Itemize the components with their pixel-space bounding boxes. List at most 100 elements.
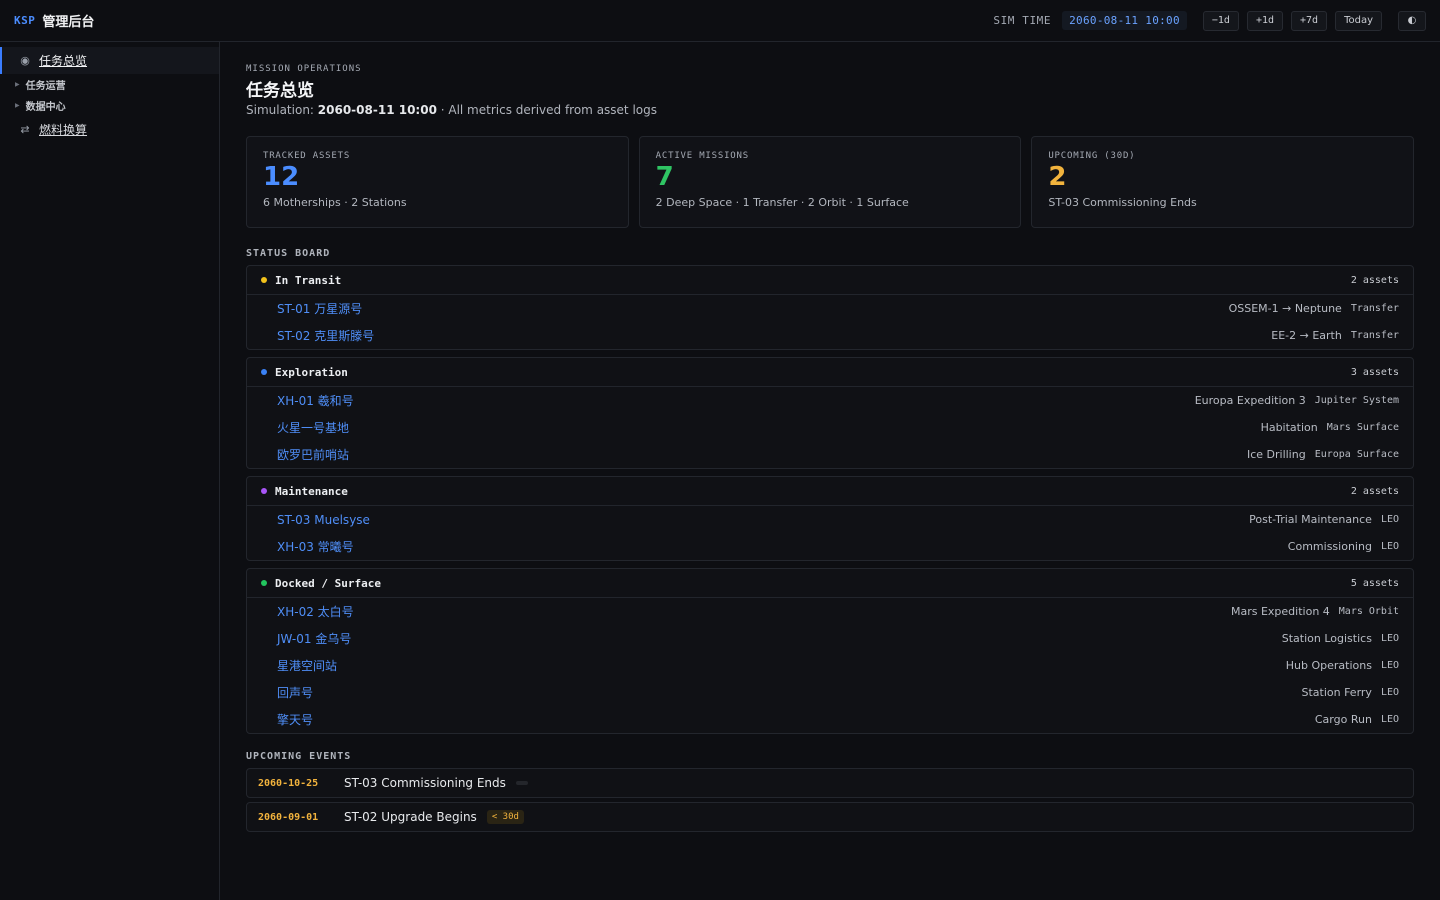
target-icon: ◉ <box>20 54 30 67</box>
asset-link[interactable]: 火星一号基地 <box>277 419 349 436</box>
stat-desc: 6 Motherships · 2 Stations <box>263 196 407 209</box>
asset-link[interactable]: ST-01 万星源号 <box>277 300 362 317</box>
plus-1d-button[interactable]: +1d <box>1246 10 1284 31</box>
asset-link[interactable]: XH-01 羲和号 <box>277 392 354 409</box>
asset-link[interactable]: 擎天号 <box>277 711 313 728</box>
status-dot-icon <box>261 369 267 375</box>
stat-card-upcoming: UPCOMING (30D) 2 ST-03 Commissioning End… <box>1031 136 1415 228</box>
sidebar-item-label: 燃料换算 <box>39 123 88 137</box>
asset-row[interactable]: ST-02 克里斯滕号 EE-2 → Earth Transfer <box>247 322 1413 349</box>
asset-row[interactable]: 火星一号基地 Habitation Mars Surface <box>247 414 1413 441</box>
status-group-count: 5 assets <box>1350 577 1399 589</box>
subtitle-time: 2060-08-11 10:00 <box>317 103 437 117</box>
main-content: MISSION OPERATIONS 任务总览 Simulation: 2060… <box>246 42 1415 836</box>
asset-mission: Station Ferry <box>1301 686 1372 699</box>
status-group-title: Maintenance <box>275 484 348 498</box>
asset-link[interactable]: 回声号 <box>277 684 313 701</box>
status-group: Maintenance 2 assets ST-03 Muelsyse Post-Tr… <box>246 476 1414 561</box>
today-button[interactable]: Today <box>1335 10 1382 31</box>
event-name: ST-02 Upgrade Begins <box>344 810 477 824</box>
page-subtitle: Simulation: 2060-08-11 10:00 · All metri… <box>246 103 1414 117</box>
stat-desc: ST-03 Commissioning Ends <box>1048 196 1197 209</box>
plus-7d-button[interactable]: +7d <box>1291 10 1328 31</box>
asset-link[interactable]: 欧罗巴前哨站 <box>277 446 349 463</box>
asset-row[interactable]: 回声号 Station Ferry LEO <box>247 679 1413 706</box>
asset-location-tag: Jupiter System <box>1314 395 1399 406</box>
asset-mission: Post-Trial Maintenance <box>1249 513 1372 526</box>
asset-row[interactable]: 擎天号 Cargo Run LEO <box>247 706 1413 733</box>
asset-location-tag: Transfer <box>1350 303 1399 314</box>
asset-row[interactable]: JW-01 金乌号 Station Logistics LEO <box>247 625 1413 652</box>
status-group-count: 2 assets <box>1350 485 1399 497</box>
status-group-header: Maintenance 2 assets <box>247 477 1413 506</box>
asset-link[interactable]: JW-01 金乌号 <box>277 630 351 647</box>
status-group: In Transit 2 assets ST-01 万星源号 OSSEM-1 → Ne… <box>246 265 1414 350</box>
asset-row[interactable]: 欧罗巴前哨站 Ice Drilling Europa Surface <box>247 441 1413 468</box>
stat-card-tracked-assets: TRACKED ASSETS 12 6 Motherships · 2 Stat… <box>246 136 629 228</box>
stat-cards: TRACKED ASSETS 12 6 Motherships · 2 Stat… <box>246 136 1415 228</box>
page-eyebrow: MISSION OPERATIONS <box>246 64 362 74</box>
sim-time-value: 2060-08-11 10:00 <box>1062 11 1187 30</box>
asset-row[interactable]: XH-03 常曦号 Commissioning LEO <box>247 533 1413 560</box>
stat-value: 2 <box>1048 162 1067 192</box>
asset-row[interactable]: XH-01 羲和号 Europa Expedition 3 Jupiter Syst… <box>247 387 1413 414</box>
minus-1d-button[interactable]: −1d <box>1202 10 1239 31</box>
asset-mission: Station Logistics <box>1281 632 1372 645</box>
upcoming-events-label: UPCOMING EVENTS <box>246 751 352 762</box>
swap-icon: ⇄ <box>20 123 30 136</box>
stat-label: UPCOMING (30D) <box>1048 151 1136 161</box>
status-group-title: In Transit <box>275 273 342 287</box>
stat-value: 7 <box>655 162 674 192</box>
event-row[interactable]: 2060-10-25 ST-03 Commissioning Ends <box>246 768 1414 798</box>
asset-location-tag: Mars Orbit <box>1338 606 1399 617</box>
stat-label: ACTIVE MISSIONS <box>655 151 749 161</box>
event-name: ST-03 Commissioning Ends <box>344 776 506 790</box>
asset-row[interactable]: ST-03 Muelsyse Post-Trial Maintenance LEO <box>247 506 1413 533</box>
subtitle-prefix: Simulation: <box>246 103 318 117</box>
asset-mission: Habitation <box>1260 421 1318 434</box>
asset-link[interactable]: XH-02 太白号 <box>277 603 354 620</box>
status-board-label: STATUS BOARD <box>246 248 331 259</box>
event-row[interactable]: 2060-09-01 ST-02 Upgrade Begins < 30d <box>246 802 1414 832</box>
theme-toggle-button[interactable]: ◐ <box>1398 10 1426 31</box>
status-group-title: Exploration <box>275 365 348 379</box>
asset-row[interactable]: 星港空间站 Hub Operations LEO <box>247 652 1413 679</box>
status-group-header: Exploration 3 assets <box>247 358 1413 387</box>
status-group: Docked / Surface 5 assets XH-02 太白号 Mars Ex… <box>246 568 1414 734</box>
event-badge <box>515 781 528 785</box>
status-group-header: In Transit 2 assets <box>247 266 1413 295</box>
asset-location-tag: LEO <box>1380 633 1399 644</box>
asset-link[interactable]: XH-03 常曦号 <box>277 538 354 555</box>
asset-row[interactable]: ST-01 万星源号 OSSEM-1 → Neptune Transfer <box>247 295 1413 322</box>
asset-mission: Commissioning <box>1287 540 1372 553</box>
asset-mission: EE-2 → Earth <box>1271 329 1342 342</box>
stat-value: 12 <box>263 162 300 192</box>
sidebar-group-operations[interactable]: ▶ 任务运营 <box>0 74 219 95</box>
sidebar-item-fuel-conversion[interactable]: ⇄ 燃料换算 <box>0 116 219 143</box>
brand[interactable]: KSP 管理后台 <box>14 11 94 30</box>
contrast-icon: ◐ <box>1407 15 1417 26</box>
asset-mission: Hub Operations <box>1285 659 1372 672</box>
event-date: 2060-09-01 <box>258 811 319 823</box>
sidebar-item-overview[interactable]: ◉ 任务总览 <box>0 47 219 74</box>
asset-mission: OSSEM-1 → Neptune <box>1228 302 1342 315</box>
asset-location-tag: LEO <box>1380 714 1399 725</box>
asset-link[interactable]: 星港空间站 <box>277 657 337 674</box>
sim-time-label: SIM TIME <box>993 14 1052 27</box>
sim-time-controls: SIM TIME 2060-08-11 10:00 −1d +1d +7d To… <box>993 10 1426 31</box>
asset-link[interactable]: ST-03 Muelsyse <box>277 513 370 527</box>
asset-mission: Europa Expedition 3 <box>1194 394 1306 407</box>
asset-location-tag: LEO <box>1380 687 1399 698</box>
asset-location-tag: Transfer <box>1350 330 1399 341</box>
brand-name: 管理后台 <box>42 15 95 30</box>
page-title: 任务总览 <box>246 81 314 101</box>
event-date: 2060-10-25 <box>258 777 319 789</box>
asset-mission: Ice Drilling <box>1246 448 1306 461</box>
top-bar: KSP 管理后台 SIM TIME 2060-08-11 10:00 −1d +… <box>0 0 1440 42</box>
event-badge: < 30d <box>486 810 524 824</box>
asset-link[interactable]: ST-02 克里斯滕号 <box>277 327 374 344</box>
subtitle-suffix: · All metrics derived from asset logs <box>436 103 657 117</box>
sidebar-group-data-center[interactable]: ▶ 数据中心 <box>0 95 219 116</box>
asset-row[interactable]: XH-02 太白号 Mars Expedition 4 Mars Orbit <box>247 598 1413 625</box>
stat-card-active-missions: ACTIVE MISSIONS 7 2 Deep Space · 1 Trans… <box>638 136 1022 228</box>
